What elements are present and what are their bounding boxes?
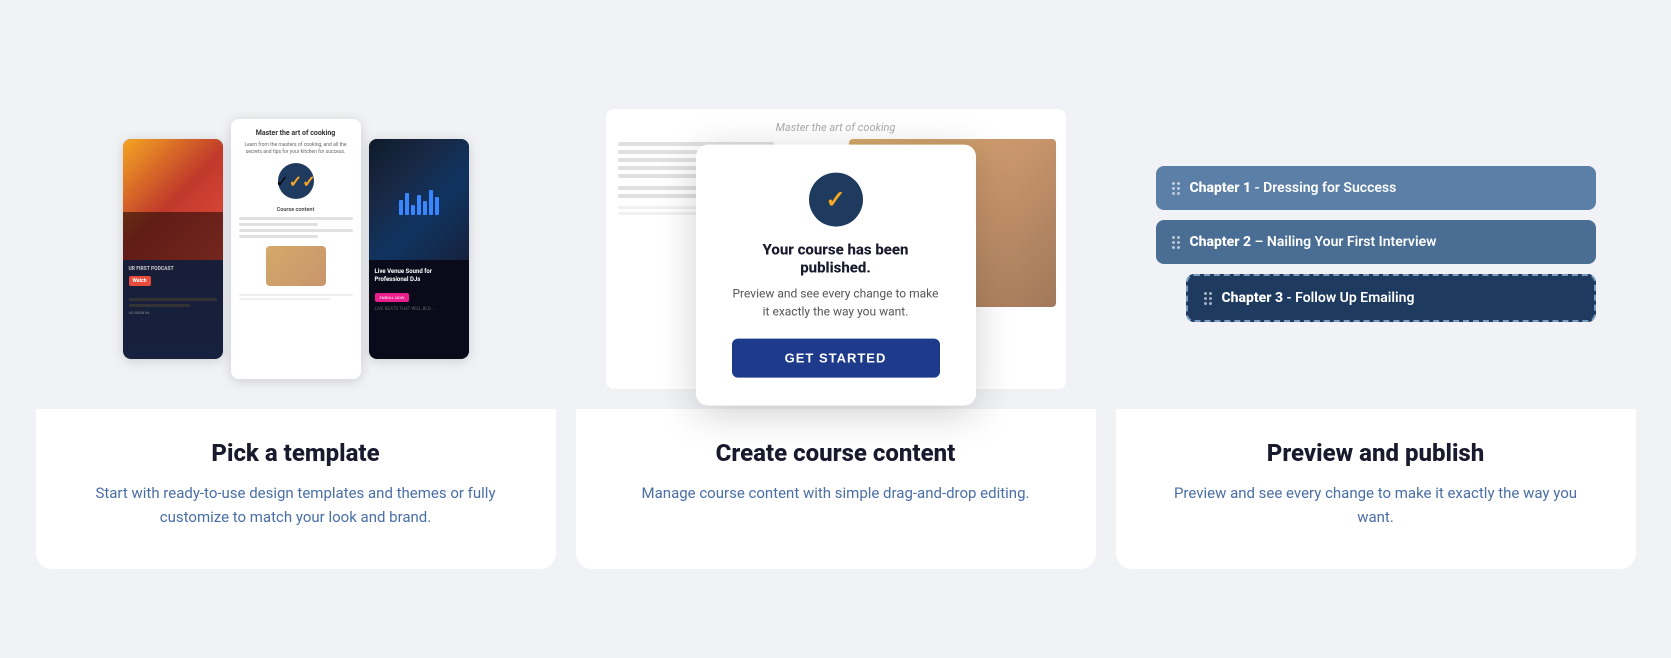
drag-dot-3-4 [1209,297,1212,300]
dj-text: Live Venue Sound for Professional DJs EN… [369,260,469,320]
card1-description: Start with ready-to-use design templates… [76,481,516,529]
drag-dot-2-4 [1177,241,1180,244]
dj-heading: Live Venue Sound for Professional DJs [375,268,463,284]
drag-dot-3-2 [1209,292,1212,295]
get-started-button[interactable]: GET STARTED [732,339,940,378]
card1-text: Pick a template Start with ready-to-use … [36,409,556,529]
publish-preview: Chapter 1 - Dressing for Success [1116,89,1636,409]
drag-dot-row-3 [1172,192,1180,195]
drag-dot-1-5 [1172,192,1175,195]
course-preview: Master the art of cooking [576,89,1096,409]
podcast-image [123,139,223,260]
card2-description: Manage course content with simple drag-a… [642,481,1030,505]
drag-dot-row-1 [1172,182,1180,185]
drag-dot-1-4 [1177,187,1180,190]
cooking-line-2 [239,223,319,226]
drag-dot-row-5 [1172,241,1180,244]
dj-bg [369,139,469,260]
course-bg-title: Master the art of cooking [618,121,1054,134]
modal-check-icon: ✓ [809,173,863,227]
chapter-3-bold: Chapter 3 [1222,290,1284,306]
drag-dot-row-2 [1172,187,1180,190]
card-pick-template: UR FIRST PODCAST Watch AS SEEN IN Master… [36,89,556,569]
cooking-check-icon: ✓ [278,163,314,199]
drag-dot-row-4 [1172,236,1180,239]
template-thumb-cooking[interactable]: Master the art of cooking Learn from the… [231,119,361,379]
cooking-food-image [266,246,326,286]
drag-icon-3 [1204,292,1212,305]
drag-dot-row-9 [1204,302,1212,305]
card2-heading: Create course content [642,439,1030,467]
podcast-bottom: AS SEEN IN [123,292,223,321]
features-container: UR FIRST PODCAST Watch AS SEEN IN Master… [36,89,1636,569]
chapter-3-rest: - Follow Up Emailing [1283,290,1414,306]
chapter-item-2[interactable]: Chapter 2 – Nailing Your First Interview [1156,220,1596,264]
chapter-2-rest: – Nailing Your First Interview [1251,234,1436,250]
dj-button[interactable]: ENROLL NOW [375,293,410,302]
drag-dot-3-5 [1204,302,1207,305]
drag-dot-2-1 [1172,236,1175,239]
drag-dot-2-5 [1172,246,1175,249]
drag-icon-1 [1172,182,1180,195]
dj-footer: LIVE BEATS THAT WILL BLO... [375,307,463,312]
drag-dot-1-3 [1172,187,1175,190]
dj-bars [399,185,439,215]
chapter-1-rest: - Dressing for Success [1251,180,1396,196]
chapter-1-bold: Chapter 1 [1190,180,1252,196]
cooking-line-1 [239,217,353,220]
chapter-item-3[interactable]: Chapter 3 - Follow Up Emailing [1186,274,1596,322]
dj-bar-7 [435,197,439,215]
card3-heading: Preview and publish [1156,439,1596,467]
chapter-2-bold: Chapter 2 [1190,234,1252,250]
dj-bar-1 [399,200,403,215]
card3-text: Preview and publish Preview and see ever… [1116,409,1636,529]
card-preview-publish: Chapter 1 - Dressing for Success [1116,89,1636,569]
drag-dot-2-6 [1177,246,1180,249]
modal-title: Your course has been published. [732,241,940,277]
chapter-3-title: Chapter 3 - Follow Up Emailing [1222,290,1415,306]
chapter-item-1[interactable]: Chapter 1 - Dressing for Success [1156,166,1596,210]
dj-bar-4 [417,195,421,215]
drag-dot-2-2 [1177,236,1180,239]
drag-icon-2 [1172,236,1180,249]
cooking-title: Master the art of cooking [256,129,336,138]
modal-text: Preview and see every change to make it … [732,285,940,321]
cooking-lines [239,217,353,238]
dj-bar-6 [429,190,433,215]
cooking-subtitle: Learn from the masters of cooking, and a… [239,142,353,155]
cooking-line-4 [239,235,319,238]
chapter-1-title: Chapter 1 - Dressing for Success [1190,180,1397,196]
cooking-line-3 [239,229,353,232]
drag-dot-row-6 [1172,246,1180,249]
dj-bar-3 [411,205,415,215]
card-create-content: Master the art of cooking [576,89,1096,569]
card3-description: Preview and see every change to make it … [1156,481,1596,529]
drag-dot-2-3 [1172,241,1175,244]
drag-dot-1-6 [1177,192,1180,195]
podcast-badge: Watch [129,276,151,287]
cooking-label: Course content [277,207,315,213]
card1-heading: Pick a template [76,439,516,467]
chapter-2-title: Chapter 2 – Nailing Your First Interview [1190,234,1437,250]
dj-bar-5 [423,201,427,215]
drag-dot-3-6 [1209,302,1212,305]
templates-preview: UR FIRST PODCAST Watch AS SEEN IN Master… [36,89,556,409]
drag-dot-row-8 [1204,297,1212,300]
drag-dot-3-1 [1204,292,1207,295]
drag-dot-row-7 [1204,292,1212,295]
drag-dot-1-2 [1177,182,1180,185]
check-symbol: ✓ [275,163,302,199]
template-thumb-podcast[interactable]: UR FIRST PODCAST Watch AS SEEN IN [123,139,223,359]
dj-bar-2 [405,193,409,215]
drag-dot-3-3 [1204,297,1207,300]
drag-dot-1-1 [1172,182,1175,185]
course-modal: ✓ Your course has been published. Previe… [696,145,976,406]
card2-text: Create course content Manage course cont… [602,409,1070,505]
template-thumb-dj[interactable]: Live Venue Sound for Professional DJs EN… [369,139,469,359]
modal-check-symbol: ✓ [825,186,845,214]
podcast-label: UR FIRST PODCAST Watch [123,260,223,292]
